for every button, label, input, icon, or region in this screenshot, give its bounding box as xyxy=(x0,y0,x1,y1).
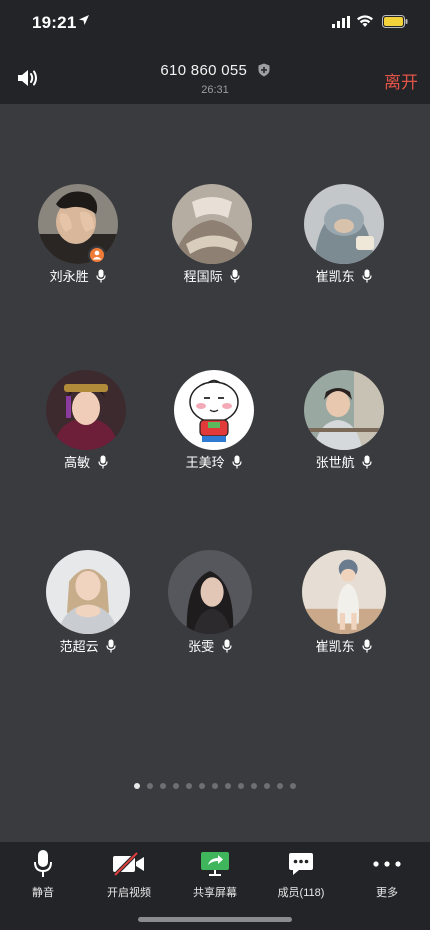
participant-tile[interactable]: 高敏 xyxy=(26,370,146,480)
participant-name: 王美玲 xyxy=(185,455,225,470)
participant-name-row: 刘永胜 xyxy=(18,266,138,285)
chat-bubble-icon xyxy=(289,853,313,875)
mic-icon xyxy=(362,639,372,653)
meeting-id: 610 860 055 xyxy=(160,62,248,79)
page-dot[interactable] xyxy=(160,783,166,789)
participant-name-row: 崔凯东 xyxy=(284,266,404,285)
page-dot[interactable] xyxy=(277,783,283,789)
page-dot[interactable] xyxy=(290,783,296,789)
page-dot[interactable] xyxy=(212,783,218,789)
wifi-icon xyxy=(357,15,373,27)
members-button[interactable]: 成员(118) xyxy=(258,848,344,900)
participant-grid: 刘永胜 程国际 崔凯东 高敏 王美玲 张世航 范超云 张雯 崔凯东 xyxy=(0,104,430,842)
share-screen-label: 共享屏幕 xyxy=(193,887,237,899)
page-dot[interactable] xyxy=(251,783,257,789)
avatar xyxy=(174,370,254,450)
participant-name: 范超云 xyxy=(59,639,99,654)
avatar xyxy=(302,550,386,634)
participant-tile[interactable]: 程国际 xyxy=(152,184,272,294)
page-dot[interactable] xyxy=(264,783,270,789)
share-screen-icon xyxy=(201,852,229,876)
participant-tile[interactable]: 刘永胜 xyxy=(18,184,138,294)
mic-icon xyxy=(362,269,372,283)
location-arrow-icon xyxy=(79,15,89,25)
avatar xyxy=(304,370,384,450)
page-dot[interactable] xyxy=(225,783,231,789)
mic-icon xyxy=(232,455,242,469)
share-screen-button[interactable]: 共享屏幕 xyxy=(172,848,258,900)
mic-icon xyxy=(230,269,240,283)
participant-tile[interactable]: 王美玲 xyxy=(154,370,274,480)
participant-name-row: 张世航 xyxy=(284,452,404,471)
leave-button[interactable]: 离开 xyxy=(384,68,418,93)
participant-name-row: 崔凯东 xyxy=(284,636,404,655)
mute-label: 静音 xyxy=(32,887,54,899)
more-button[interactable]: 更多 xyxy=(344,848,430,900)
members-label: 成员(118) xyxy=(277,887,325,899)
page-dot[interactable] xyxy=(199,783,205,789)
mic-icon xyxy=(96,269,106,283)
avatar xyxy=(38,184,118,264)
participant-name: 程国际 xyxy=(183,269,223,284)
page-dot[interactable] xyxy=(173,783,179,789)
page-indicator[interactable] xyxy=(0,783,430,789)
participant-name: 崔凯东 xyxy=(315,269,355,284)
participant-name-row: 程国际 xyxy=(152,266,272,285)
status-bar: 19:21 xyxy=(0,0,430,46)
call-header: 610 860 055 26:31 离开 xyxy=(0,46,430,104)
host-badge xyxy=(88,246,106,264)
video-button[interactable]: 开启视频 xyxy=(86,848,172,900)
participant-name: 张世航 xyxy=(315,455,355,470)
mic-icon xyxy=(98,455,108,469)
meeting-id-row[interactable]: 610 860 055 xyxy=(0,62,430,79)
participant-tile[interactable]: 范超云 xyxy=(28,550,148,660)
host-icon xyxy=(92,250,102,260)
video-off-icon xyxy=(113,852,144,876)
microphone-icon xyxy=(34,850,52,877)
participant-name: 高敏 xyxy=(64,455,91,470)
mic-icon xyxy=(362,455,372,469)
avatar xyxy=(46,370,126,450)
participant-name-row: 高敏 xyxy=(26,452,146,471)
cellular-signal-icon xyxy=(332,16,350,28)
home-indicator[interactable] xyxy=(138,917,292,922)
participant-tile[interactable]: 崔凯东 xyxy=(284,550,404,660)
participant-name: 刘永胜 xyxy=(49,269,89,284)
page-dot[interactable] xyxy=(134,783,140,789)
mic-icon xyxy=(222,639,232,653)
mute-button[interactable]: 静音 xyxy=(0,848,86,900)
participant-name: 崔凯东 xyxy=(315,639,355,654)
mic-icon xyxy=(106,639,116,653)
avatar xyxy=(168,550,252,634)
shield-icon xyxy=(258,63,270,77)
call-duration: 26:31 xyxy=(201,84,229,96)
video-label: 开启视频 xyxy=(107,887,151,899)
participant-tile[interactable]: 崔凯东 xyxy=(284,184,404,294)
battery-icon xyxy=(382,15,408,28)
participant-name-row: 王美玲 xyxy=(154,452,274,471)
more-label: 更多 xyxy=(376,887,398,899)
avatar xyxy=(304,184,384,264)
page-dot[interactable] xyxy=(238,783,244,789)
participant-name-row: 范超云 xyxy=(28,636,148,655)
avatar xyxy=(46,550,130,634)
page-dot[interactable] xyxy=(147,783,153,789)
more-icon xyxy=(373,861,401,867)
participant-name-row: 张雯 xyxy=(150,636,270,655)
participant-tile[interactable]: 张雯 xyxy=(150,550,270,660)
status-time: 19:21 xyxy=(32,13,77,32)
participant-name: 张雯 xyxy=(188,639,215,654)
avatar xyxy=(172,184,252,264)
participant-tile[interactable]: 张世航 xyxy=(284,370,404,480)
page-dot[interactable] xyxy=(186,783,192,789)
